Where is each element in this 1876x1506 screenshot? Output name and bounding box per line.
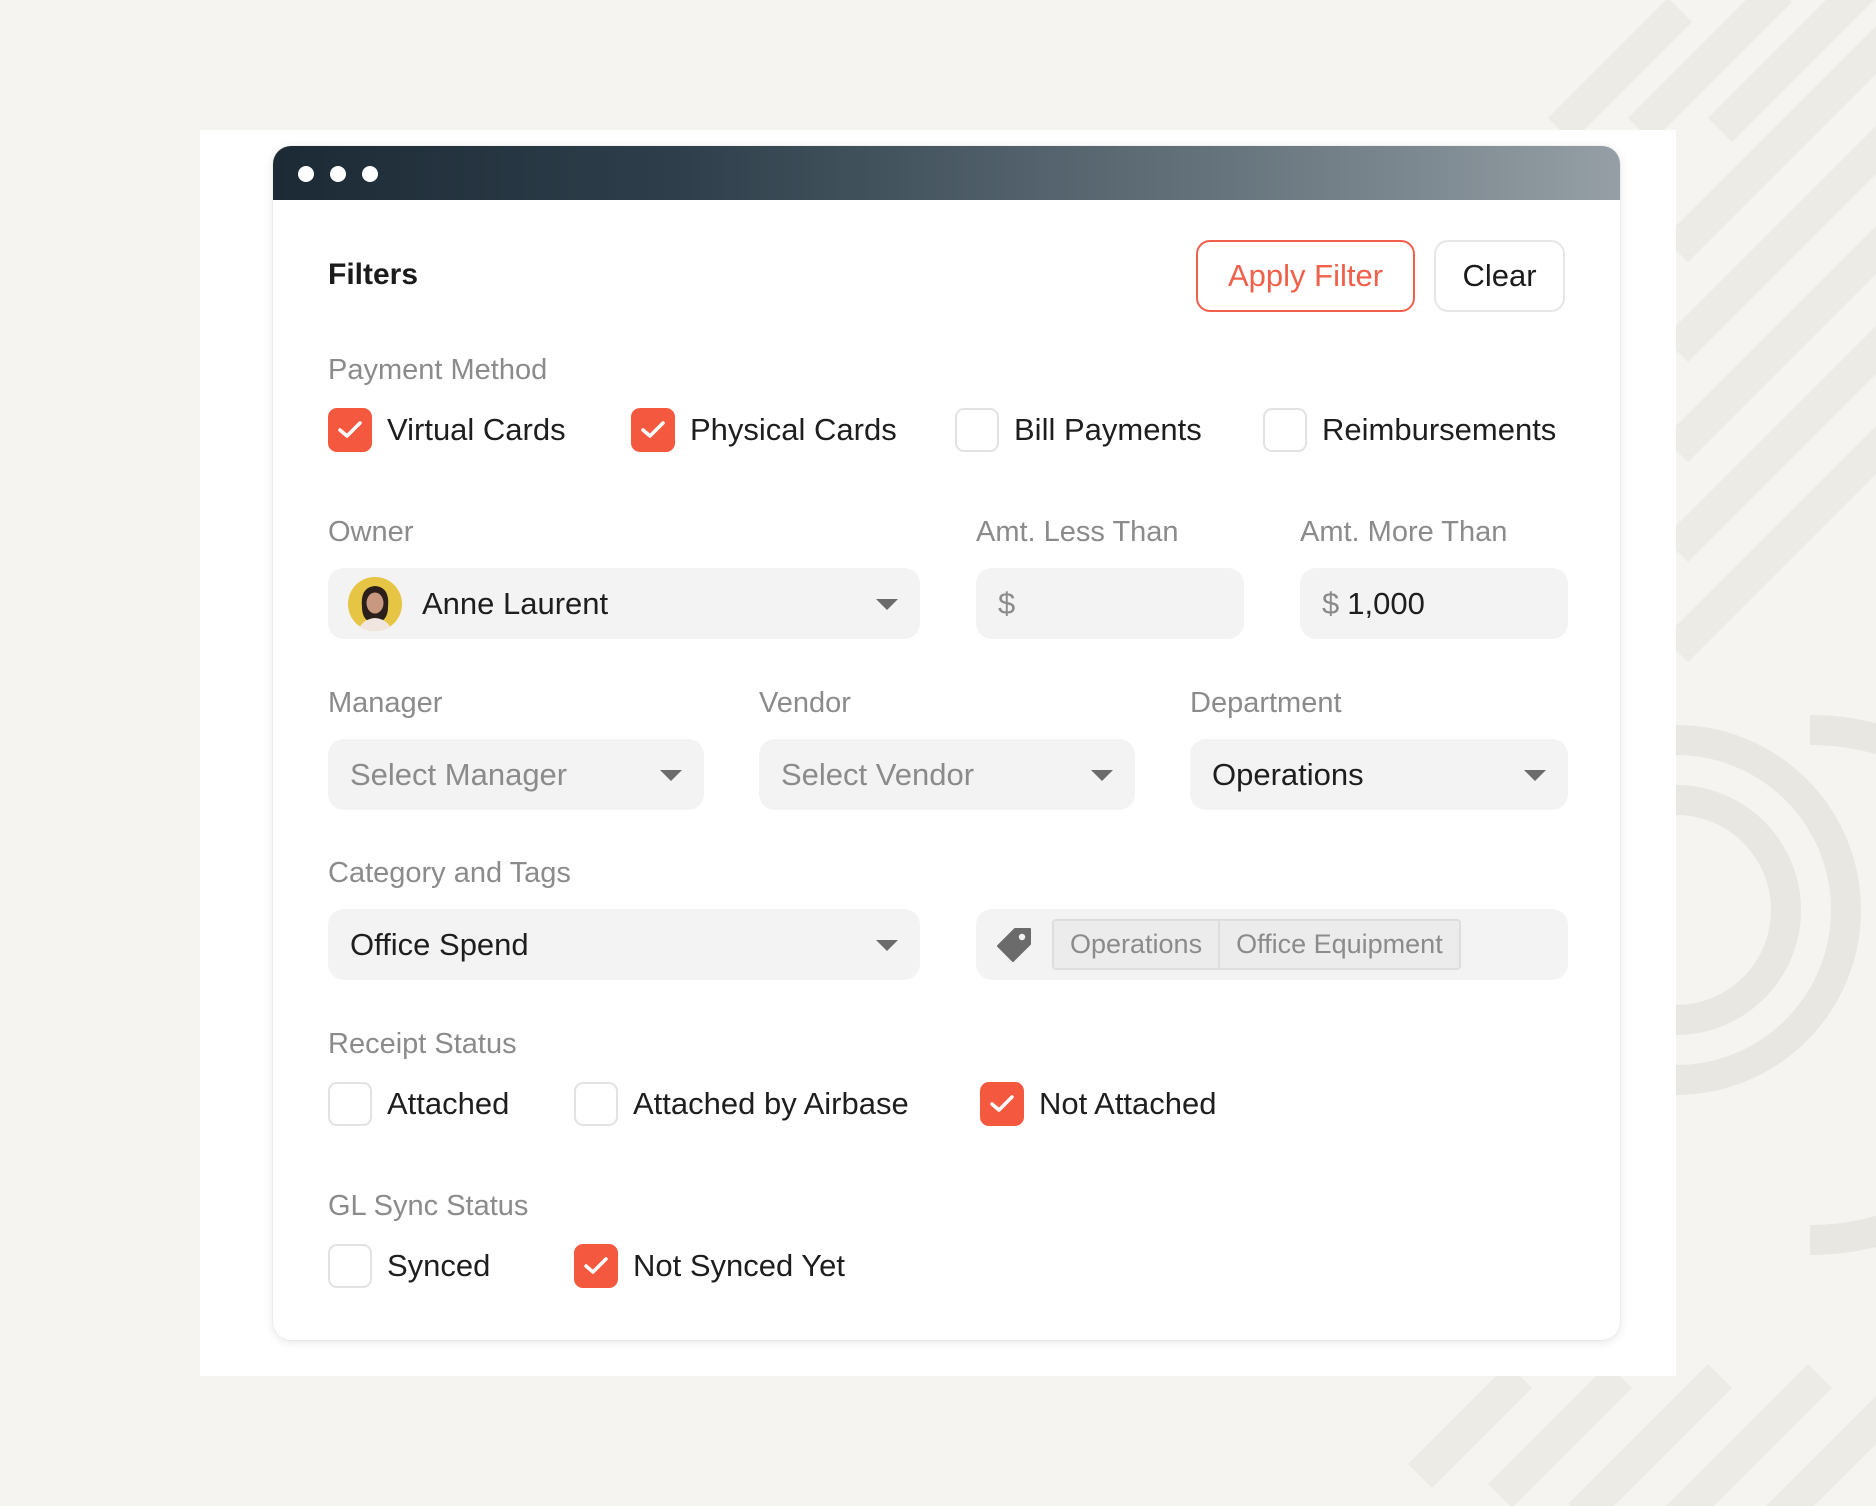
tag-icon	[997, 928, 1031, 962]
window-dot-icon[interactable]	[330, 166, 346, 182]
checkbox-label: Synced	[387, 1248, 491, 1283]
checkbox-bill-payments[interactable]: Bill Payments	[955, 407, 1202, 453]
department-value: Operations	[1212, 756, 1364, 792]
checkbox-label: Attached	[387, 1086, 510, 1121]
gl-sync-status-label: GL Sync Status	[328, 1190, 529, 1222]
amount-more-label: Amt. More Than	[1300, 516, 1508, 548]
checkbox-box[interactable]	[574, 1082, 618, 1126]
checkbox-label: Virtual Cards	[387, 412, 566, 447]
checkbox-box[interactable]	[955, 408, 999, 452]
tags-input[interactable]: Operations Office Equipment	[976, 909, 1568, 980]
caret-down-icon[interactable]	[660, 770, 682, 781]
window-dot-icon[interactable]	[298, 166, 314, 182]
checkmark-icon	[338, 421, 362, 438]
vendor-label: Vendor	[759, 687, 851, 719]
checkbox-label: Bill Payments	[1014, 412, 1202, 447]
apply-filter-button[interactable]: Apply Filter	[1196, 240, 1415, 312]
vendor-select[interactable]: Select Vendor	[759, 739, 1135, 810]
checkbox-box[interactable]	[328, 408, 372, 452]
clear-button[interactable]: Clear	[1434, 240, 1565, 312]
caret-down-icon[interactable]	[876, 940, 898, 951]
checkmark-icon	[990, 1095, 1014, 1112]
caret-down-icon[interactable]	[1524, 770, 1546, 781]
owner-value: Anne Laurent	[422, 585, 609, 621]
checkmark-icon	[584, 1257, 608, 1274]
checkbox-box[interactable]	[328, 1082, 372, 1126]
frame: Filters Apply Filter Clear Payment Metho…	[200, 130, 1676, 1376]
window-dot-icon[interactable]	[362, 166, 378, 182]
checkbox-reimbursements[interactable]: Reimbursements	[1263, 407, 1556, 453]
manager-placeholder: Select Manager	[350, 756, 568, 792]
owner-label: Owner	[328, 516, 414, 548]
currency-symbol: $	[998, 585, 1016, 621]
checkbox-not-attached[interactable]: Not Attached	[980, 1081, 1217, 1127]
checkbox-label: Not Synced Yet	[633, 1248, 845, 1283]
payment-method-label: Payment Method	[328, 354, 548, 386]
avatar	[348, 576, 402, 631]
checkbox-not-synced-yet[interactable]: Not Synced Yet	[574, 1243, 845, 1289]
amount-more-value: 1,000	[1347, 585, 1425, 621]
checkbox-label: Physical Cards	[690, 412, 897, 447]
amount-more-input[interactable]: $ 1,000	[1300, 568, 1568, 639]
department-select[interactable]: Operations	[1190, 739, 1568, 810]
checkbox-attached[interactable]: Attached	[328, 1081, 509, 1127]
department-label: Department	[1190, 687, 1342, 719]
amount-less-input[interactable]: $	[976, 568, 1244, 639]
checkbox-box[interactable]	[574, 1244, 618, 1288]
filter-window: Filters Apply Filter Clear Payment Metho…	[273, 146, 1620, 1340]
owner-select[interactable]: Anne Laurent	[328, 568, 920, 639]
caret-down-icon[interactable]	[876, 599, 898, 610]
checkbox-attached-by-airbase[interactable]: Attached by Airbase	[574, 1081, 909, 1127]
tag-chip-group: Operations Office Equipment	[1052, 919, 1461, 970]
avatar-icon	[348, 576, 402, 631]
category-label: Category and Tags	[328, 857, 571, 889]
tag-chip[interactable]: Office Equipment	[1218, 921, 1459, 968]
currency-symbol: $	[1322, 585, 1340, 621]
checkbox-box[interactable]	[328, 1244, 372, 1288]
checkbox-box[interactable]	[980, 1082, 1024, 1126]
checkmark-icon	[641, 421, 665, 438]
receipt-status-label: Receipt Status	[328, 1028, 517, 1060]
caret-down-icon[interactable]	[1091, 770, 1113, 781]
amount-less-label: Amt. Less Than	[976, 516, 1179, 548]
category-select[interactable]: Office Spend	[328, 909, 920, 980]
vendor-placeholder: Select Vendor	[781, 756, 975, 792]
checkbox-label: Attached by Airbase	[633, 1086, 909, 1121]
manager-label: Manager	[328, 687, 443, 719]
checkbox-virtual-cards[interactable]: Virtual Cards	[328, 407, 566, 453]
manager-select[interactable]: Select Manager	[328, 739, 704, 810]
checkbox-box[interactable]	[1263, 408, 1307, 452]
category-value: Office Spend	[350, 926, 529, 962]
checkbox-box[interactable]	[631, 408, 675, 452]
checkbox-label: Reimbursements	[1322, 412, 1557, 447]
checkbox-synced[interactable]: Synced	[328, 1243, 490, 1289]
tag-chip[interactable]: Operations	[1054, 921, 1218, 968]
filter-header: Filters Apply Filter Clear	[328, 240, 1568, 312]
window-titlebar	[273, 146, 1620, 200]
checkbox-label: Not Attached	[1039, 1086, 1217, 1121]
page-title: Filters	[328, 258, 419, 291]
checkbox-physical-cards[interactable]: Physical Cards	[631, 407, 897, 453]
